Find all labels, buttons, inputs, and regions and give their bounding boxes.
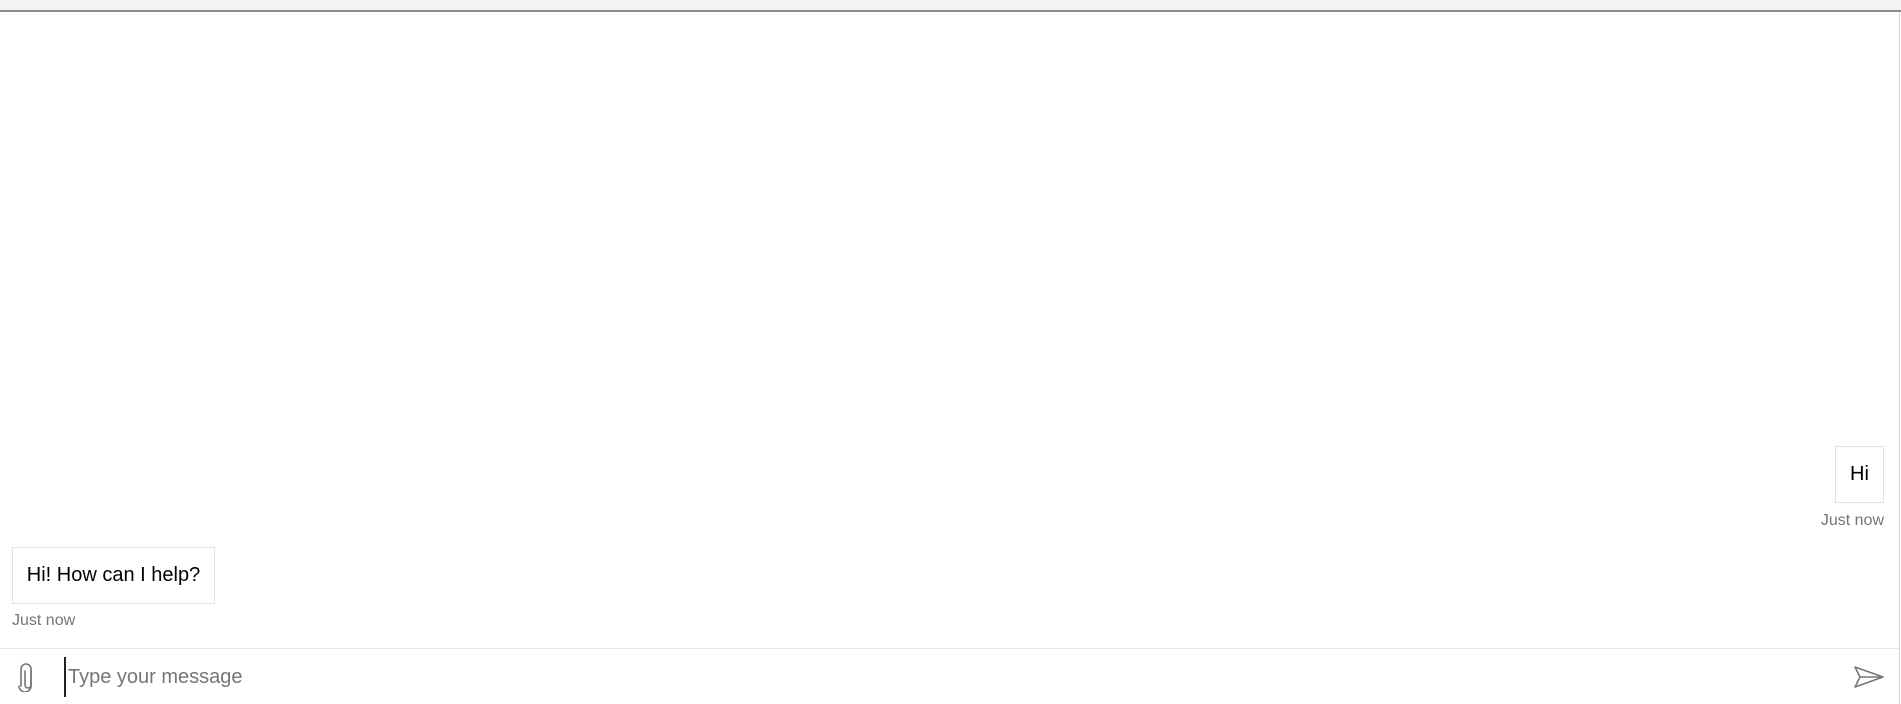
bot-message-bubble: Hi! How can I help?	[12, 547, 215, 604]
message-transcript[interactable]: Hi Just now Hi! How can I help? Just now	[0, 12, 1899, 648]
send-icon	[1854, 666, 1884, 688]
user-message-timestamp: Just now	[1820, 512, 1884, 529]
top-divider	[0, 0, 1901, 12]
chat-panel: Hi Just now Hi! How can I help? Just now	[0, 12, 1900, 704]
user-message-bubble: Hi	[1835, 446, 1884, 503]
chat-window: Hi Just now Hi! How can I help? Just now	[0, 0, 1901, 704]
message-composer	[0, 648, 1899, 704]
message-input[interactable]	[64, 657, 1824, 697]
bot-message-timestamp: Just now	[12, 612, 76, 629]
user-message-text: Hi	[1850, 463, 1869, 485]
paperclip-icon	[18, 663, 32, 692]
attach-button[interactable]	[10, 659, 42, 695]
send-button[interactable]	[1849, 659, 1889, 695]
bot-message-text: Hi! How can I help?	[26, 564, 201, 586]
